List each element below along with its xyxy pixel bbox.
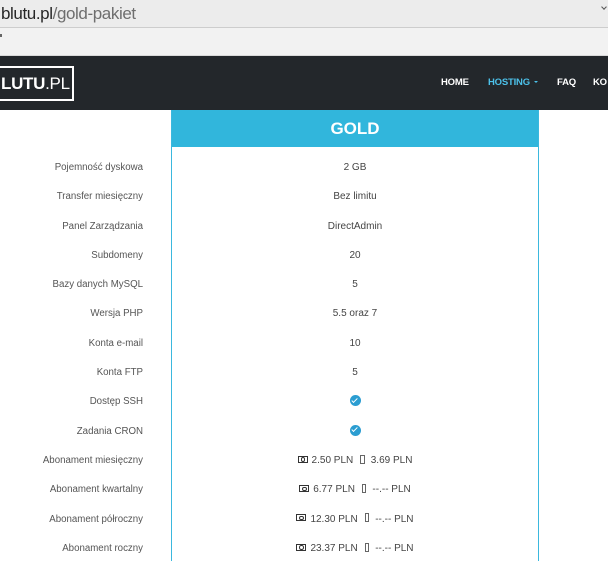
logo-main-text: LUTU	[1, 74, 46, 93]
spec-row: Abonament roczny 23.37 PLN --.-- PLN	[0, 539, 539, 559]
nav-item-hosting[interactable]: HOSTING	[488, 56, 538, 110]
spec-value-prices: 6.77 PLN --.-- PLN	[171, 480, 539, 500]
spec-value-included	[171, 392, 539, 412]
spec-label: Abonament miesięczny	[42, 454, 143, 466]
check-circle-icon	[349, 424, 361, 436]
spec-value: DirectAdmin	[327, 220, 383, 232]
price-secondary: 3.69 PLN	[370, 454, 413, 466]
logo-suffix-text: .PL	[45, 74, 70, 93]
spec-value-prices: 2.50 PLN 3.69 PLN	[171, 451, 539, 471]
url-history-dropdown[interactable]	[600, 3, 608, 13]
money-icon	[297, 455, 308, 463]
check-circle-icon	[349, 395, 361, 407]
url-field[interactable]: blutu.pl/gold-pakiet	[1, 0, 136, 28]
spec-label: Konta e-mail	[88, 337, 143, 349]
plan-title: GOLD	[172, 110, 538, 147]
nav-item-hosting-label: HOSTING	[488, 77, 530, 88]
spec-row: Subdomeny 20	[0, 246, 539, 266]
spec-row: Abonament miesięczny 2.50 PLN 3.69 PLN	[0, 451, 539, 471]
spec-label: Panel Zarządzania	[62, 220, 143, 232]
address-bar[interactable]: blutu.pl/gold-pakiet	[0, 0, 608, 28]
browser-toolbar	[0, 28, 608, 56]
mobile-icon	[360, 454, 365, 464]
spec-label: Konta FTP	[96, 367, 143, 379]
nav-item-faq[interactable]: FAQ	[557, 56, 576, 110]
price-secondary: --.-- PLN	[375, 542, 414, 554]
spec-value-prices: 23.37 PLN --.-- PLN	[171, 539, 539, 559]
spec-label: Zadania CRON	[76, 425, 143, 437]
url-domain: blutu.pl	[1, 4, 53, 23]
mobile-icon	[361, 484, 367, 494]
spec-row: Bazy danych MySQL 5	[0, 275, 539, 295]
money-icon	[296, 514, 307, 522]
spec-value-prices: 12.30 PLN --.-- PLN	[171, 510, 539, 530]
spec-row: Zadania CRON	[0, 422, 539, 442]
spec-row: Konta FTP 5	[0, 363, 539, 383]
spec-value: 5.5 oraz 7	[332, 308, 378, 320]
price-primary: 12.30 PLN	[310, 513, 358, 525]
spec-label: Dostęp SSH	[89, 396, 143, 408]
spec-value: 5	[352, 367, 358, 379]
spec-row: Dostęp SSH	[0, 392, 539, 412]
price-primary: 23.37 PLN	[310, 542, 358, 554]
spec-label: Subdomeny	[91, 249, 143, 261]
spec-label: Abonament półroczny	[49, 513, 143, 525]
spec-row: Konta e-mail 10	[0, 334, 539, 354]
site-navbar: LUTU.PL HOME HOSTING FAQ KO	[0, 56, 608, 110]
spec-row: Pojemność dyskowa 2 GB	[0, 158, 539, 178]
price-primary: 2.50 PLN	[311, 454, 354, 466]
spec-label: Bazy danych MySQL	[52, 279, 143, 291]
plan-spec-list: Pojemność dyskowa 2 GB Transfer miesięcz…	[0, 158, 539, 559]
spec-label: Wersja PHP	[90, 308, 143, 320]
mobile-icon	[364, 513, 370, 523]
spec-row: Abonament kwartalny 6.77 PLN --.-- PLN	[0, 480, 539, 500]
caret-down-icon	[533, 81, 538, 84]
money-icon	[296, 543, 307, 551]
spec-value: 10	[349, 337, 361, 349]
price-primary: 6.77 PLN	[313, 484, 355, 496]
toolbar-button-icon[interactable]	[0, 34, 2, 37]
spec-value: Bez limitu	[333, 191, 377, 203]
url-path: /gold-pakiet	[52, 4, 136, 23]
spec-label: Pojemność dyskowa	[54, 162, 143, 173]
spec-row: Transfer miesięczny Bez limitu	[0, 187, 539, 207]
spec-label: Abonament kwartalny	[49, 484, 143, 496]
mobile-icon	[364, 542, 370, 552]
site-logo[interactable]: LUTU.PL	[0, 66, 74, 101]
nav-item-ko[interactable]: KO	[593, 56, 607, 110]
money-icon	[299, 485, 310, 493]
nav-item-home[interactable]: HOME	[441, 56, 469, 110]
spec-value: 5	[352, 279, 358, 291]
spec-label: Transfer miesięczny	[56, 191, 143, 203]
price-secondary: --.-- PLN	[375, 513, 414, 525]
price-secondary: --.-- PLN	[372, 484, 411, 496]
spec-value: 2 GB	[343, 162, 367, 173]
spec-label: Abonament roczny	[62, 542, 143, 554]
spec-value: 20	[349, 249, 361, 261]
spec-row: Abonament półroczny 12.30 PLN --.-- PLN	[0, 510, 539, 530]
spec-row: Wersja PHP 5.5 oraz 7	[0, 304, 539, 324]
spec-row: Panel Zarządzania DirectAdmin	[0, 217, 539, 237]
chevron-down-icon	[601, 4, 607, 10]
spec-value-included	[171, 422, 539, 442]
